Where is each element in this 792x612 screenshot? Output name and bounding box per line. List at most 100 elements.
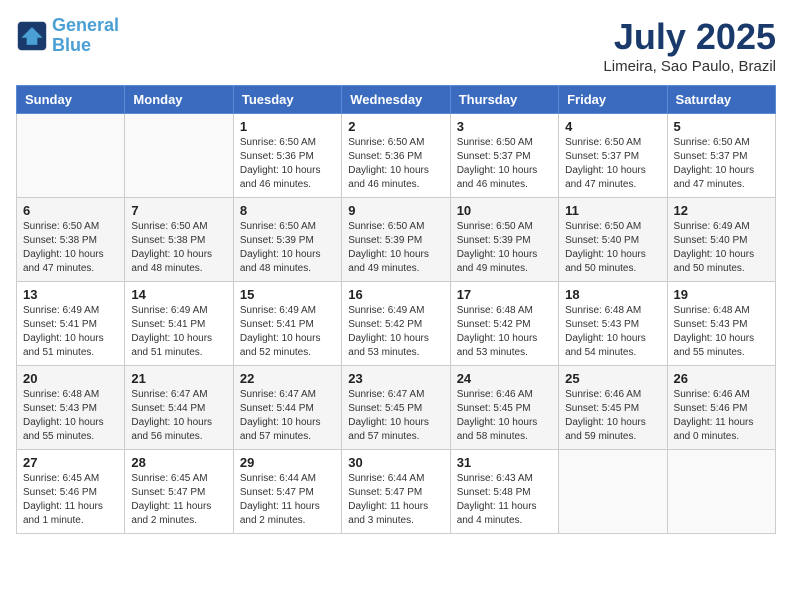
calendar-cell: 10 Sunrise: 6:50 AM Sunset: 5:39 PM Dayli… (450, 198, 558, 282)
calendar-cell: 19Sunrise: 6:48 AM Sunset: 5:43 PM Dayli… (667, 282, 775, 366)
month-title: July 2025 (603, 16, 776, 58)
calendar-cell: 14Sunrise: 6:49 AM Sunset: 5:41 PM Dayli… (125, 282, 233, 366)
calendar-cell: 2Sunrise: 6:50 AM Sunset: 5:36 PM Daylig… (342, 114, 450, 198)
calendar-cell: 15 Sunrise: 6:49 AM Sunset: 5:41 PM Dayli… (233, 282, 341, 366)
day-info: Sunrise: 6:49 AM Sunset: 5:42 PM Dayligh… (348, 304, 443, 360)
calendar-cell: 17 Sunrise: 6:48 AM Sunset: 5:42 PM Dayli… (450, 282, 558, 366)
day-number: 3 (457, 119, 552, 134)
day-number: 27 (23, 455, 118, 470)
day-number: 29 (240, 455, 335, 470)
day-number: 30 (348, 455, 443, 470)
weekday-header-tuesday: Tuesday (233, 86, 341, 114)
calendar-cell: 24 Sunrise: 6:46 AM Sunset: 5:45 PM Dayli… (450, 366, 558, 450)
page-header: General Blue July 2025 Limeira, Sao Paul… (16, 16, 776, 75)
logo-line2: Blue (52, 35, 91, 55)
calendar-cell: 16 Sunrise: 6:49 AM Sunset: 5:42 PM Dayli… (342, 282, 450, 366)
day-number: 26 (674, 371, 769, 386)
weekday-header-row: SundayMondayTuesdayWednesdayThursdayFrid… (17, 86, 776, 114)
calendar-cell: 9 Sunrise: 6:50 AM Sunset: 5:39 PM Daylig… (342, 198, 450, 282)
day-info: Sunrise: 6:48 AM Sunset: 5:43 PM Dayligh… (23, 388, 118, 444)
day-number: 24 (457, 371, 552, 386)
calendar-cell (667, 450, 775, 534)
day-number: 4 (565, 119, 660, 134)
calendar-cell: 29 Sunrise: 6:44 AM Sunset: 5:47 PM Dayli… (233, 450, 341, 534)
day-number: 6 (23, 203, 118, 218)
calendar-cell: 13 Sunrise: 6:49 AM Sunset: 5:41 PM Dayli… (17, 282, 125, 366)
calendar-cell: 20 Sunrise: 6:48 AM Sunset: 5:43 PM Dayli… (17, 366, 125, 450)
logo-text: General Blue (52, 16, 119, 56)
day-info: Sunrise: 6:50 AM Sunset: 5:36 PM Dayligh… (240, 136, 335, 192)
day-info: Sunrise: 6:44 AM Sunset: 5:47 PM Dayligh… (348, 472, 443, 528)
day-number: 18 (565, 287, 660, 302)
day-info: Sunrise: 6:47 AM Sunset: 5:45 PM Dayligh… (348, 388, 443, 444)
day-info: Sunrise: 6:50 AM Sunset: 5:40 PM Dayligh… (565, 220, 660, 276)
day-number: 15 (240, 287, 335, 302)
weekday-header-monday: Monday (125, 86, 233, 114)
day-number: 31 (457, 455, 552, 470)
day-number: 25 (565, 371, 660, 386)
calendar-cell: 25 Sunrise: 6:46 AM Sunset: 5:45 PM Dayli… (559, 366, 667, 450)
day-info: Sunrise: 6:48 AM Sunset: 5:42 PM Dayligh… (457, 304, 552, 360)
day-info: Sunrise: 6:50 AM Sunset: 5:37 PM Dayligh… (457, 136, 552, 192)
day-number: 8 (240, 203, 335, 218)
day-info: Sunrise: 6:49 AM Sunset: 5:41 PM Dayligh… (131, 304, 226, 360)
location: Limeira, Sao Paulo, Brazil (603, 58, 776, 75)
calendar-week-1: 1 Sunrise: 6:50 AM Sunset: 5:36 PM Daylig… (17, 114, 776, 198)
day-info: Sunrise: 6:45 AM Sunset: 5:46 PM Dayligh… (23, 472, 118, 528)
calendar-week-5: 27 Sunrise: 6:45 AM Sunset: 5:46 PM Dayli… (17, 450, 776, 534)
day-number: 9 (348, 203, 443, 218)
calendar-cell: 18 Sunrise: 6:48 AM Sunset: 5:43 PM Dayli… (559, 282, 667, 366)
calendar-header: SundayMondayTuesdayWednesdayThursdayFrid… (17, 86, 776, 114)
day-number: 23 (348, 371, 443, 386)
calendar-week-2: 6Sunrise: 6:50 AM Sunset: 5:38 PM Daylig… (17, 198, 776, 282)
day-info: Sunrise: 6:49 AM Sunset: 5:41 PM Dayligh… (23, 304, 118, 360)
calendar-cell: 26 Sunrise: 6:46 AM Sunset: 5:46 PM Dayli… (667, 366, 775, 450)
day-info: Sunrise: 6:47 AM Sunset: 5:44 PM Dayligh… (131, 388, 226, 444)
day-number: 1 (240, 119, 335, 134)
calendar-cell (17, 114, 125, 198)
day-info: Sunrise: 6:44 AM Sunset: 5:47 PM Dayligh… (240, 472, 335, 528)
calendar-cell: 7Sunrise: 6:50 AM Sunset: 5:38 PM Daylig… (125, 198, 233, 282)
day-info: Sunrise: 6:50 AM Sunset: 5:39 PM Dayligh… (240, 220, 335, 276)
logo-icon (16, 20, 48, 52)
calendar-cell: 27 Sunrise: 6:45 AM Sunset: 5:46 PM Dayli… (17, 450, 125, 534)
day-info: Sunrise: 6:50 AM Sunset: 5:37 PM Dayligh… (674, 136, 769, 192)
calendar-cell: 6Sunrise: 6:50 AM Sunset: 5:38 PM Daylig… (17, 198, 125, 282)
day-info: Sunrise: 6:46 AM Sunset: 5:46 PM Dayligh… (674, 388, 769, 444)
day-info: Sunrise: 6:48 AM Sunset: 5:43 PM Dayligh… (565, 304, 660, 360)
day-number: 16 (348, 287, 443, 302)
day-number: 21 (131, 371, 226, 386)
day-number: 17 (457, 287, 552, 302)
day-info: Sunrise: 6:50 AM Sunset: 5:39 PM Dayligh… (348, 220, 443, 276)
calendar-cell: 31 Sunrise: 6:43 AM Sunset: 5:48 PM Dayli… (450, 450, 558, 534)
day-info: Sunrise: 6:43 AM Sunset: 5:48 PM Dayligh… (457, 472, 552, 528)
calendar-cell: 12Sunrise: 6:49 AM Sunset: 5:40 PM Dayli… (667, 198, 775, 282)
day-info: Sunrise: 6:46 AM Sunset: 5:45 PM Dayligh… (457, 388, 552, 444)
day-number: 10 (457, 203, 552, 218)
logo-line1: General (52, 15, 119, 35)
calendar-body: 1 Sunrise: 6:50 AM Sunset: 5:36 PM Daylig… (17, 114, 776, 534)
day-info: Sunrise: 6:49 AM Sunset: 5:41 PM Dayligh… (240, 304, 335, 360)
weekday-header-thursday: Thursday (450, 86, 558, 114)
day-number: 5 (674, 119, 769, 134)
day-number: 11 (565, 203, 660, 218)
day-info: Sunrise: 6:50 AM Sunset: 5:39 PM Dayligh… (457, 220, 552, 276)
calendar-cell: 8 Sunrise: 6:50 AM Sunset: 5:39 PM Daylig… (233, 198, 341, 282)
day-info: Sunrise: 6:45 AM Sunset: 5:47 PM Dayligh… (131, 472, 226, 528)
day-info: Sunrise: 6:50 AM Sunset: 5:36 PM Dayligh… (348, 136, 443, 192)
day-number: 20 (23, 371, 118, 386)
calendar-cell: 11 Sunrise: 6:50 AM Sunset: 5:40 PM Dayli… (559, 198, 667, 282)
day-info: Sunrise: 6:50 AM Sunset: 5:37 PM Dayligh… (565, 136, 660, 192)
calendar-cell: 22 Sunrise: 6:47 AM Sunset: 5:44 PM Dayli… (233, 366, 341, 450)
weekday-header-friday: Friday (559, 86, 667, 114)
calendar-cell: 5 Sunrise: 6:50 AM Sunset: 5:37 PM Daylig… (667, 114, 775, 198)
day-info: Sunrise: 6:47 AM Sunset: 5:44 PM Dayligh… (240, 388, 335, 444)
day-info: Sunrise: 6:46 AM Sunset: 5:45 PM Dayligh… (565, 388, 660, 444)
day-number: 7 (131, 203, 226, 218)
day-info: Sunrise: 6:48 AM Sunset: 5:43 PM Dayligh… (674, 304, 769, 360)
logo: General Blue (16, 16, 119, 56)
day-number: 13 (23, 287, 118, 302)
weekday-header-saturday: Saturday (667, 86, 775, 114)
calendar-cell: 23 Sunrise: 6:47 AM Sunset: 5:45 PM Dayli… (342, 366, 450, 450)
day-number: 22 (240, 371, 335, 386)
